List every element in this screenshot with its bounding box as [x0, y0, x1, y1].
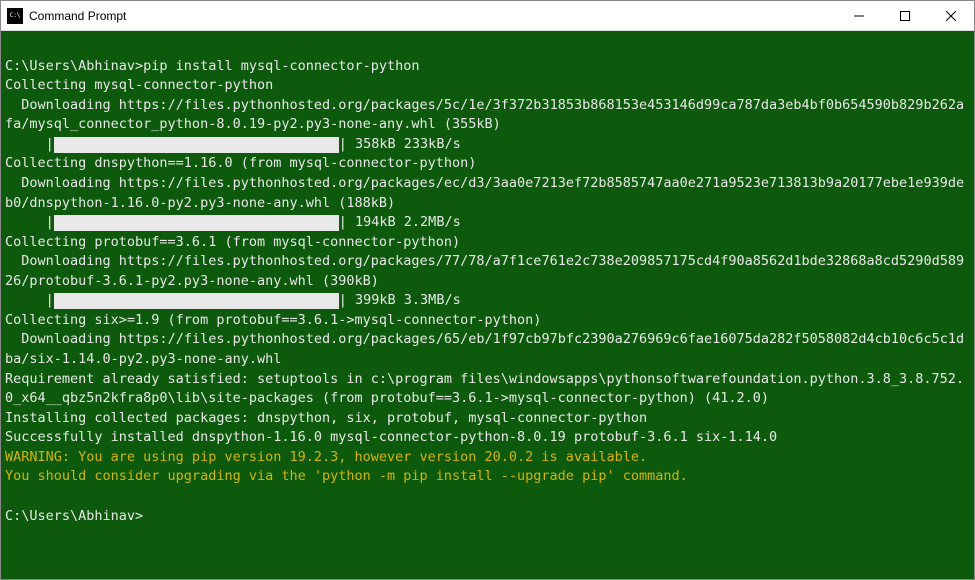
progress-prefix: |: [5, 213, 54, 233]
progress-bar: [54, 137, 339, 153]
prompt: C:\Users\Abhinav>: [5, 58, 143, 74]
terminal-line: Collecting dnspython==1.16.0 (from mysql…: [5, 154, 970, 174]
terminal-line: [5, 487, 970, 507]
terminal-line: Downloading https://files.pythonhosted.o…: [5, 96, 970, 135]
progress-line: | | 358kB 233kB/s: [5, 135, 970, 155]
terminal-line: Downloading https://files.pythonhosted.o…: [5, 330, 970, 369]
progress-prefix: |: [5, 291, 54, 311]
window-titlebar: Command Prompt: [1, 1, 974, 31]
terminal-line: Requirement already satisfied: setuptool…: [5, 370, 970, 409]
maximize-button[interactable]: [882, 1, 928, 31]
warning-line: WARNING: You are using pip version 19.2.…: [5, 448, 970, 468]
terminal-line: C:\Users\Abhinav>pip install mysql-conne…: [5, 57, 970, 77]
terminal-line: Collecting mysql-connector-python: [5, 76, 970, 96]
progress-line: | | 399kB 3.3MB/s: [5, 291, 970, 311]
command: pip install mysql-connector-python: [143, 58, 419, 74]
window-controls: [836, 1, 974, 31]
terminal-line: Installing collected packages: dnspython…: [5, 409, 970, 429]
warning-line: You should consider upgrading via the 'p…: [5, 467, 970, 487]
progress-status: | 358kB 233kB/s: [339, 135, 461, 155]
progress-line: | | 194kB 2.2MB/s: [5, 213, 970, 233]
progress-status: | 399kB 3.3MB/s: [339, 291, 461, 311]
terminal-line: Downloading https://files.pythonhosted.o…: [5, 252, 970, 291]
progress-prefix: |: [5, 135, 54, 155]
terminal-line: Downloading https://files.pythonhosted.o…: [5, 174, 970, 213]
terminal-line: Successfully installed dnspython-1.16.0 …: [5, 428, 970, 448]
cmd-icon: [7, 8, 23, 24]
terminal-line: Collecting six>=1.9 (from protobuf==3.6.…: [5, 311, 970, 331]
prompt: C:\Users\Abhinav>: [5, 507, 970, 527]
close-button[interactable]: [928, 1, 974, 31]
minimize-button[interactable]: [836, 1, 882, 31]
progress-status: | 194kB 2.2MB/s: [339, 213, 461, 233]
window-title: Command Prompt: [29, 9, 836, 23]
terminal-output[interactable]: C:\Users\Abhinav>pip install mysql-conne…: [1, 31, 974, 579]
progress-bar: [54, 293, 339, 309]
terminal-line: Collecting protobuf==3.6.1 (from mysql-c…: [5, 233, 970, 253]
terminal-line: [5, 37, 970, 57]
progress-bar: [54, 215, 339, 231]
